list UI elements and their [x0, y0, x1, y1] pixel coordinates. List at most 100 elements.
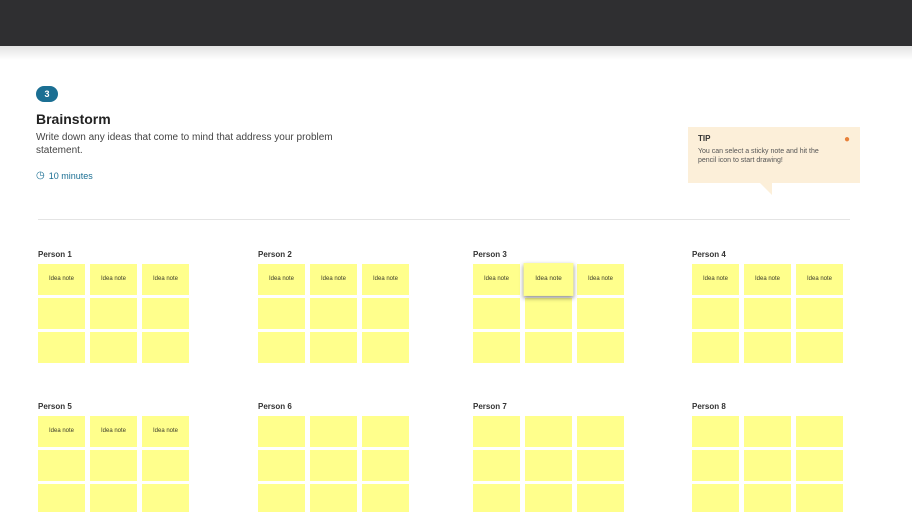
sticky-note[interactable] [796, 416, 843, 447]
sticky-note[interactable] [577, 416, 624, 447]
step-badge: 3 [36, 86, 58, 102]
timer[interactable]: ◷ 10 minutes [36, 170, 93, 181]
section-divider [38, 219, 850, 220]
sticky-note[interactable] [744, 298, 791, 329]
person-group: Person 1 Idea note Idea note Idea note [38, 250, 198, 363]
sticky-note[interactable]: Idea note [258, 264, 305, 295]
sticky-note[interactable] [142, 332, 189, 363]
sticky-note[interactable] [310, 332, 357, 363]
sticky-note[interactable] [310, 450, 357, 481]
sticky-note[interactable] [796, 332, 843, 363]
sticky-note[interactable] [525, 484, 572, 512]
timer-label: 10 minutes [48, 170, 93, 181]
sticky-note[interactable] [258, 298, 305, 329]
sticky-note[interactable] [473, 416, 520, 447]
sticky-note[interactable] [473, 484, 520, 512]
sticky-note[interactable]: Idea note [744, 264, 791, 295]
sticky-note[interactable] [142, 298, 189, 329]
sticky-note[interactable] [90, 484, 137, 512]
sticky-note[interactable] [310, 298, 357, 329]
sticky-note[interactable]: Idea note [90, 264, 137, 295]
sticky-note[interactable] [577, 332, 624, 363]
sticky-note[interactable] [90, 450, 137, 481]
sticky-note[interactable] [258, 484, 305, 512]
tip-text: You can select a sticky note and hit the… [698, 148, 819, 164]
sticky-note[interactable] [692, 416, 739, 447]
person-name: Person 6 [258, 402, 292, 411]
sticky-note[interactable] [362, 484, 409, 512]
person-group: Person 5 Idea note Idea note Idea note [38, 402, 198, 512]
person-group: Person 6 [258, 402, 418, 512]
sticky-note[interactable] [525, 332, 572, 363]
sticky-note[interactable] [744, 484, 791, 512]
app-toolbar [0, 0, 912, 46]
sticky-note-grid: Idea note Idea note Idea note [473, 263, 633, 363]
sticky-note-grid: Idea note Idea note Idea note [692, 264, 852, 363]
sticky-note[interactable] [525, 450, 572, 481]
sticky-note[interactable] [525, 298, 572, 329]
sticky-note-grid: Idea note Idea note Idea note [38, 416, 198, 512]
sticky-note[interactable] [90, 298, 137, 329]
sticky-note[interactable] [258, 416, 305, 447]
sticky-note[interactable] [362, 450, 409, 481]
sticky-note[interactable] [38, 332, 85, 363]
sticky-note[interactable] [577, 450, 624, 481]
person-name: Person 4 [692, 250, 726, 259]
section-title: Brainstorm [36, 111, 111, 127]
pin-icon: ● [843, 134, 850, 145]
sticky-note[interactable]: Idea note [38, 416, 85, 447]
sticky-note[interactable] [525, 416, 572, 447]
sticky-note[interactable] [796, 298, 843, 329]
sticky-note[interactable]: Idea note [142, 416, 189, 447]
clock-icon: ◷ [36, 170, 45, 181]
sticky-note[interactable] [796, 450, 843, 481]
sticky-note[interactable] [258, 332, 305, 363]
sticky-note[interactable] [38, 298, 85, 329]
sticky-note[interactable]: Idea note [577, 264, 624, 295]
tip-card[interactable]: TIP You can select a sticky note and hit… [688, 127, 860, 183]
sticky-note[interactable] [310, 484, 357, 512]
sticky-note-grid [692, 416, 852, 512]
sticky-note[interactable]: Idea note [142, 264, 189, 295]
sticky-note[interactable] [692, 298, 739, 329]
person-group: Person 4 Idea note Idea note Idea note [692, 250, 852, 363]
sticky-note[interactable] [90, 332, 137, 363]
sticky-note-grid [258, 416, 418, 512]
sticky-note[interactable] [692, 484, 739, 512]
sticky-note[interactable]: Idea note [310, 264, 357, 295]
sticky-note[interactable] [796, 484, 843, 512]
sticky-note[interactable]: Idea note [90, 416, 137, 447]
person-name: Person 5 [38, 402, 72, 411]
sticky-note[interactable] [473, 332, 520, 363]
sticky-note[interactable] [142, 450, 189, 481]
sticky-note-grid: Idea note Idea note Idea note [258, 264, 418, 363]
sticky-note[interactable] [362, 298, 409, 329]
person-name: Person 1 [38, 250, 72, 259]
sticky-note[interactable]: Idea note [692, 264, 739, 295]
sticky-note[interactable] [473, 450, 520, 481]
tip-card-tail [760, 183, 772, 195]
sticky-note[interactable]: Idea note [38, 264, 85, 295]
sticky-note[interactable] [744, 416, 791, 447]
sticky-note[interactable] [744, 332, 791, 363]
sticky-note[interactable] [258, 450, 305, 481]
sticky-note[interactable] [473, 298, 520, 329]
sticky-note[interactable] [310, 416, 357, 447]
sticky-note[interactable] [744, 450, 791, 481]
sticky-note[interactable]: Idea note [523, 263, 574, 296]
sticky-note[interactable] [362, 416, 409, 447]
sticky-note[interactable] [692, 332, 739, 363]
sticky-note[interactable] [142, 484, 189, 512]
sticky-note[interactable] [577, 484, 624, 512]
section-description: Write down any ideas that come to mind t… [36, 132, 333, 156]
sticky-note[interactable]: Idea note [473, 264, 520, 295]
sticky-note[interactable] [362, 332, 409, 363]
sticky-note[interactable]: Idea note [796, 264, 843, 295]
sticky-note[interactable] [38, 484, 85, 512]
sticky-note[interactable] [38, 450, 85, 481]
sticky-note[interactable] [692, 450, 739, 481]
person-name: Person 3 [473, 250, 507, 259]
sticky-note[interactable]: Idea note [362, 264, 409, 295]
sticky-note-grid [473, 416, 633, 512]
sticky-note[interactable] [577, 298, 624, 329]
